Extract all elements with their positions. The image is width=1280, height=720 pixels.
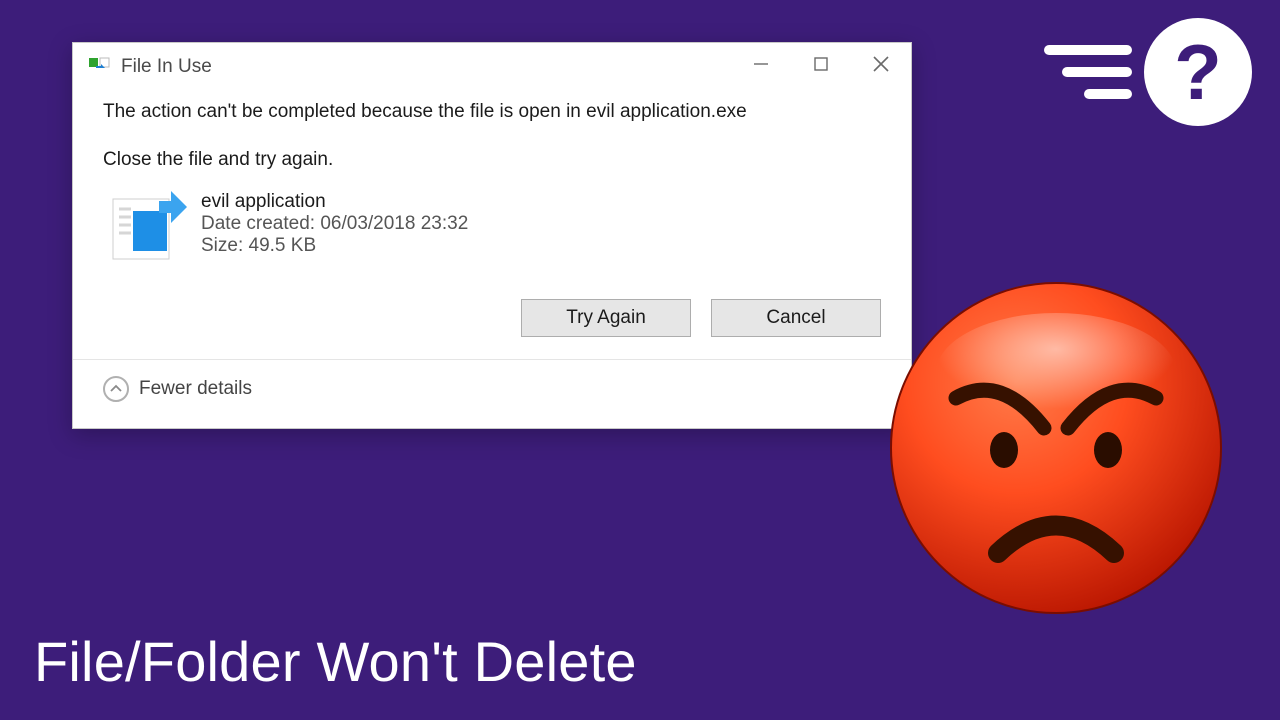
details-toggle[interactable]: Fewer details [103,376,881,406]
try-again-button[interactable]: Try Again [521,299,691,337]
close-button[interactable] [851,43,911,85]
minimize-button[interactable] [731,43,791,85]
speed-lines-icon [1044,45,1132,99]
details-toggle-label: Fewer details [139,378,252,400]
error-message: The action can't be completed because th… [103,99,881,125]
file-icon [109,191,183,265]
file-metadata: evil application Date created: 06/03/201… [201,191,468,257]
button-row: Try Again Cancel [103,299,881,337]
question-mark-icon: ? [1144,18,1252,126]
divider [73,359,911,360]
app-icon [89,56,111,78]
cancel-button[interactable]: Cancel [711,299,881,337]
dialog-title: File In Use [121,56,731,78]
maximize-button[interactable] [791,43,851,85]
file-size: Size: 49.5 KB [201,235,468,257]
file-info-row: evil application Date created: 06/03/201… [103,191,881,265]
instruction-text: Close the file and try again. [103,149,881,171]
file-in-use-dialog: File In Use The action can't be complete… [72,42,912,429]
titlebar: File In Use [73,43,911,91]
window-controls [731,43,911,91]
file-name: evil application [201,191,468,213]
angry-face-emoji [886,278,1226,618]
channel-logo: ? [1044,18,1252,126]
chevron-up-icon [103,376,129,402]
video-caption: File/Folder Won't Delete [34,629,637,694]
file-date: Date created: 06/03/2018 23:32 [201,213,468,235]
